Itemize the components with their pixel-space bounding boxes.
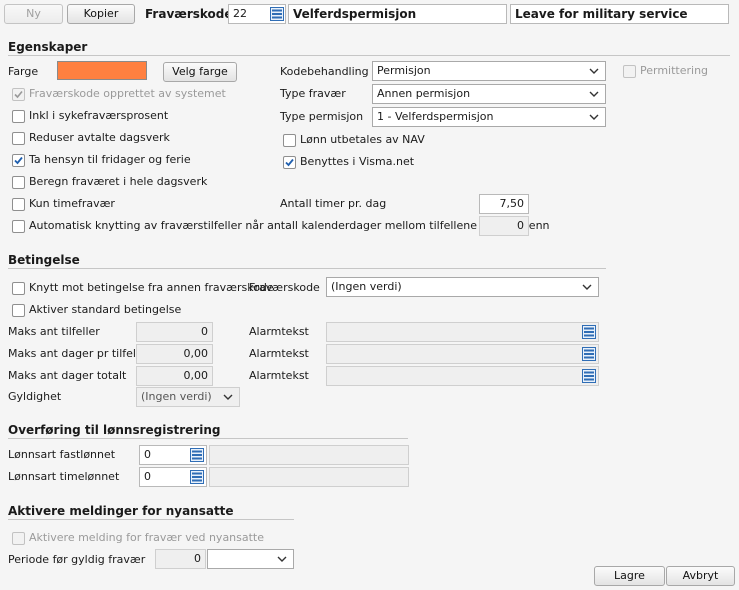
- save-button[interactable]: Lagre: [594, 566, 665, 586]
- validity-value: (Ingen verdi): [141, 390, 212, 403]
- whole-days-checkbox[interactable]: [12, 176, 25, 189]
- absence-type-label: Type fravær: [280, 87, 346, 100]
- activate-message-label: Aktivere melding for fravær ved nyansatt…: [29, 531, 265, 544]
- name-en-input[interactable]: Leave for military service: [510, 4, 729, 24]
- checkmark-icon: [285, 158, 294, 167]
- max-days-total-label: Maks ant dager totalt: [8, 369, 127, 382]
- visma-checkbox[interactable]: [283, 156, 296, 169]
- absence-code-select[interactable]: (Ingen verdi): [326, 277, 599, 297]
- max-cases-input[interactable]: 0: [136, 322, 213, 342]
- nav-salary-label: Lønn utbetales av NAV: [300, 133, 425, 146]
- sick-leave-checkbox[interactable]: [12, 110, 25, 123]
- hours-per-day-label: Antall timer pr. dag: [280, 197, 387, 210]
- condition-divider: [8, 268, 606, 269]
- holidays-checkbox[interactable]: [12, 154, 25, 167]
- reduce-days-label: Reduser avtalte dagsverk: [29, 131, 170, 144]
- hourly-wage-label: Lønnsart timelønnet: [8, 470, 120, 483]
- period-label: Periode før gyldig fravær: [8, 553, 146, 566]
- validity-label: Gyldighet: [8, 390, 62, 403]
- period-unit-select[interactable]: [207, 549, 294, 569]
- code-handling-value: Permisjon: [377, 64, 431, 77]
- condition-section-title: Betingelse: [8, 253, 80, 267]
- cancel-button[interactable]: Avbryt: [666, 566, 735, 586]
- leave-type-select[interactable]: 1 - Velferdspermisjon: [372, 107, 606, 127]
- new-button[interactable]: Ny: [4, 4, 63, 24]
- code-label: Fraværskode: [145, 7, 233, 21]
- absence-code-value: (Ingen verdi): [331, 280, 402, 293]
- validity-select[interactable]: (Ingen verdi): [136, 387, 240, 407]
- chevron-down-icon: [589, 91, 599, 97]
- period-input[interactable]: 0: [155, 549, 206, 569]
- auto-link-label: Automatisk knytting av fraværstilfeller …: [29, 219, 550, 232]
- list-lookup-icon[interactable]: [582, 325, 596, 339]
- hours-per-day-input[interactable]: 7,50: [479, 194, 529, 214]
- visma-label: Benyttes i Visma.net: [300, 155, 415, 168]
- chevron-down-icon: [277, 556, 287, 562]
- alarm-input-2[interactable]: [326, 344, 599, 364]
- choose-color-button[interactable]: Velg farge: [163, 62, 237, 82]
- sick-leave-label: Inkl i sykefraværsprosent: [29, 109, 169, 122]
- hourly-wage-description: [209, 467, 409, 487]
- checkmark-icon: [14, 90, 23, 99]
- alarm-label-2: Alarmtekst: [249, 347, 309, 360]
- transfer-section-title: Overføring til lønnsregistrering: [8, 423, 221, 437]
- leave-type-value: 1 - Velferdspermisjon: [377, 110, 494, 123]
- fixed-wage-label: Lønnsart fastlønnet: [8, 448, 116, 461]
- standard-condition-label: Aktiver standard betingelse: [29, 303, 182, 316]
- color-label: Farge: [8, 65, 39, 78]
- max-days-case-label: Maks ant dager pr tilfelle: [8, 347, 146, 360]
- code-handling-label: Kodebehandling: [280, 65, 369, 78]
- link-condition-label: Knytt mot betingelse fra annen fraværsko…: [29, 281, 274, 294]
- chevron-down-icon: [589, 114, 599, 120]
- reduce-days-checkbox[interactable]: [12, 132, 25, 145]
- max-days-case-input[interactable]: 0,00: [136, 344, 213, 364]
- copy-button[interactable]: Kopier: [67, 4, 135, 24]
- whole-days-label: Beregn fraværet i hele dagsverk: [29, 175, 208, 188]
- new-hires-divider: [8, 519, 294, 520]
- nav-salary-checkbox[interactable]: [283, 134, 296, 147]
- list-lookup-icon[interactable]: [582, 369, 596, 383]
- alarm-input-3[interactable]: [326, 366, 599, 386]
- chevron-down-icon: [582, 284, 592, 290]
- new-hires-section-title: Aktivere meldinger for nyansatte: [8, 504, 234, 518]
- properties-section-title: Egenskaper: [8, 40, 88, 54]
- list-lookup-icon[interactable]: [190, 470, 204, 484]
- system-created-label: Fraværskode opprettet av systemet: [29, 87, 226, 100]
- list-lookup-icon[interactable]: [582, 347, 596, 361]
- max-cases-label: Maks ant tilfeller: [8, 325, 100, 338]
- alarm-label-3: Alarmtekst: [249, 369, 309, 382]
- list-lookup-icon[interactable]: [270, 7, 284, 21]
- hourly-only-label: Kun timefravær: [29, 197, 115, 210]
- standard-condition-checkbox[interactable]: [12, 304, 25, 317]
- alarm-label-1: Alarmtekst: [249, 325, 309, 338]
- fixed-wage-description: [209, 445, 409, 465]
- layoff-label: Permittering: [640, 64, 709, 77]
- transfer-divider: [8, 438, 408, 439]
- code-value: 22: [233, 7, 247, 20]
- max-days-total-input[interactable]: 0,00: [136, 366, 213, 386]
- leave-type-label: Type permisjon: [280, 110, 364, 123]
- layoff-checkbox: [623, 65, 636, 78]
- auto-link-checkbox[interactable]: [12, 220, 25, 233]
- chevron-down-icon: [223, 394, 233, 400]
- auto-link-input[interactable]: 0: [479, 216, 529, 236]
- code-handling-select[interactable]: Permisjon: [372, 61, 606, 81]
- absence-type-value: Annen permisjon: [377, 87, 471, 100]
- list-lookup-icon[interactable]: [190, 448, 204, 462]
- absence-type-select[interactable]: Annen permisjon: [372, 84, 606, 104]
- holidays-label: Ta hensyn til fridager og ferie: [29, 153, 191, 166]
- chevron-down-icon: [589, 68, 599, 74]
- alarm-input-1[interactable]: [326, 322, 599, 342]
- hourly-only-checkbox[interactable]: [12, 198, 25, 211]
- name-no-input[interactable]: Velferdspermisjon: [288, 4, 507, 24]
- absence-code-label: Fraværskode: [249, 281, 320, 294]
- link-condition-checkbox[interactable]: [12, 282, 25, 295]
- activate-message-checkbox: [12, 532, 25, 545]
- properties-divider: [8, 55, 730, 56]
- color-swatch: [57, 61, 147, 80]
- checkmark-icon: [14, 156, 23, 165]
- system-created-checkbox: [12, 88, 25, 101]
